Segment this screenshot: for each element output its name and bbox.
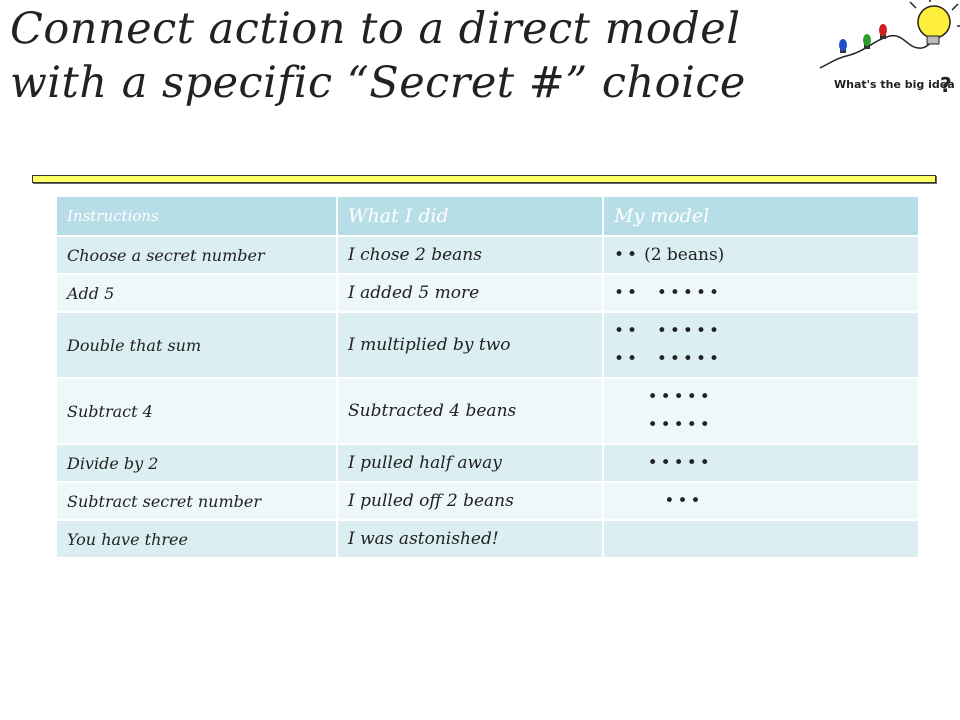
cell-my-model: ••••• (603, 444, 920, 483)
bean-dots: ••••• (614, 415, 713, 435)
cell-instruction: Double that sum (57, 312, 338, 379)
bean-model-table: Instructions What I did My model Choose … (57, 197, 920, 559)
table-row: Subtract secret number I pulled off 2 bea… (57, 482, 920, 521)
table-row: Add 5I added 5 more •• ••••• (57, 274, 920, 313)
cell-instruction: You have three (57, 520, 338, 559)
cell-instruction: Add 5 (57, 274, 338, 313)
wire-icon (819, 34, 935, 69)
slide-title: Connect action to a direct model with a … (10, 2, 790, 110)
cell-what-i-did: I was astonished! (337, 520, 604, 559)
red-bulb-icon (879, 24, 887, 39)
cell-what-i-did: I pulled half away (337, 444, 604, 483)
bean-dots: ••••• (614, 387, 713, 407)
cell-instruction: Choose a secret number (57, 236, 338, 275)
lightbulb-icon (909, 0, 960, 45)
table-row: Double that sum I multiplied by two •• •••… (57, 312, 920, 379)
header-instructions: Instructions (57, 197, 338, 237)
cell-what-i-did: I multiplied by two (337, 312, 604, 379)
cell-my-model: •• (2 beans) (603, 236, 920, 275)
bean-dots: •• ••••• (614, 321, 722, 341)
cell-my-model: ••••• ••••• (603, 378, 920, 445)
logo-text: What's the big idea (834, 78, 955, 91)
cell-what-i-did: Subtracted 4 beans (337, 378, 604, 445)
bean-dots: •• ••••• (614, 283, 722, 303)
table-row: You have three I was astonished! (57, 520, 920, 559)
bean-dots: ••• (614, 491, 704, 511)
cell-what-i-did: I pulled off 2 beans (337, 482, 604, 521)
green-bulb-icon (863, 34, 871, 49)
cell-what-i-did: I added 5 more (337, 274, 604, 313)
big-idea-logo: What's the big idea ? (819, 0, 960, 97)
cell-instruction: Subtract secret number (57, 482, 338, 521)
title-line-2: with a specific “Secret #” choice (10, 58, 746, 108)
table-body: Choose a secret number I chose 2 beans ••(… (57, 236, 920, 559)
table-row: Choose a secret number I chose 2 beans ••(… (57, 236, 920, 275)
bean-dots: •• (614, 245, 641, 265)
cell-my-model: •• ••••• (603, 274, 920, 313)
cell-my-model (603, 520, 920, 559)
table-row: Divide by 2I pulled half away ••••• (57, 444, 920, 483)
bean-dots: •• ••••• (614, 349, 722, 369)
table-row: Subtract 4 Subtracted 4 beans ••••• ••••• (57, 378, 920, 445)
cell-instruction: Divide by 2 (57, 444, 338, 483)
cell-my-model: ••• (603, 482, 920, 521)
logo-question-mark: ? (940, 73, 952, 97)
cell-what-i-did: I chose 2 beans (337, 236, 604, 275)
divider-rule (32, 175, 936, 183)
header-what-i-did: What I did (337, 197, 604, 237)
cell-instruction: Subtract 4 (57, 378, 338, 445)
cell-my-model: •• ••••• •• ••••• (603, 312, 920, 379)
bean-dots-line: •• (2 beans) (614, 241, 917, 269)
blue-bulb-icon (839, 39, 847, 53)
bean-count-label: (2 beans) (644, 245, 725, 265)
title-line-1: Connect action to a direct model (10, 4, 741, 54)
header-my-model: My model (603, 197, 920, 237)
table-header-row: Instructions What I did My model (57, 197, 920, 237)
bean-dots: ••••• (614, 453, 713, 473)
